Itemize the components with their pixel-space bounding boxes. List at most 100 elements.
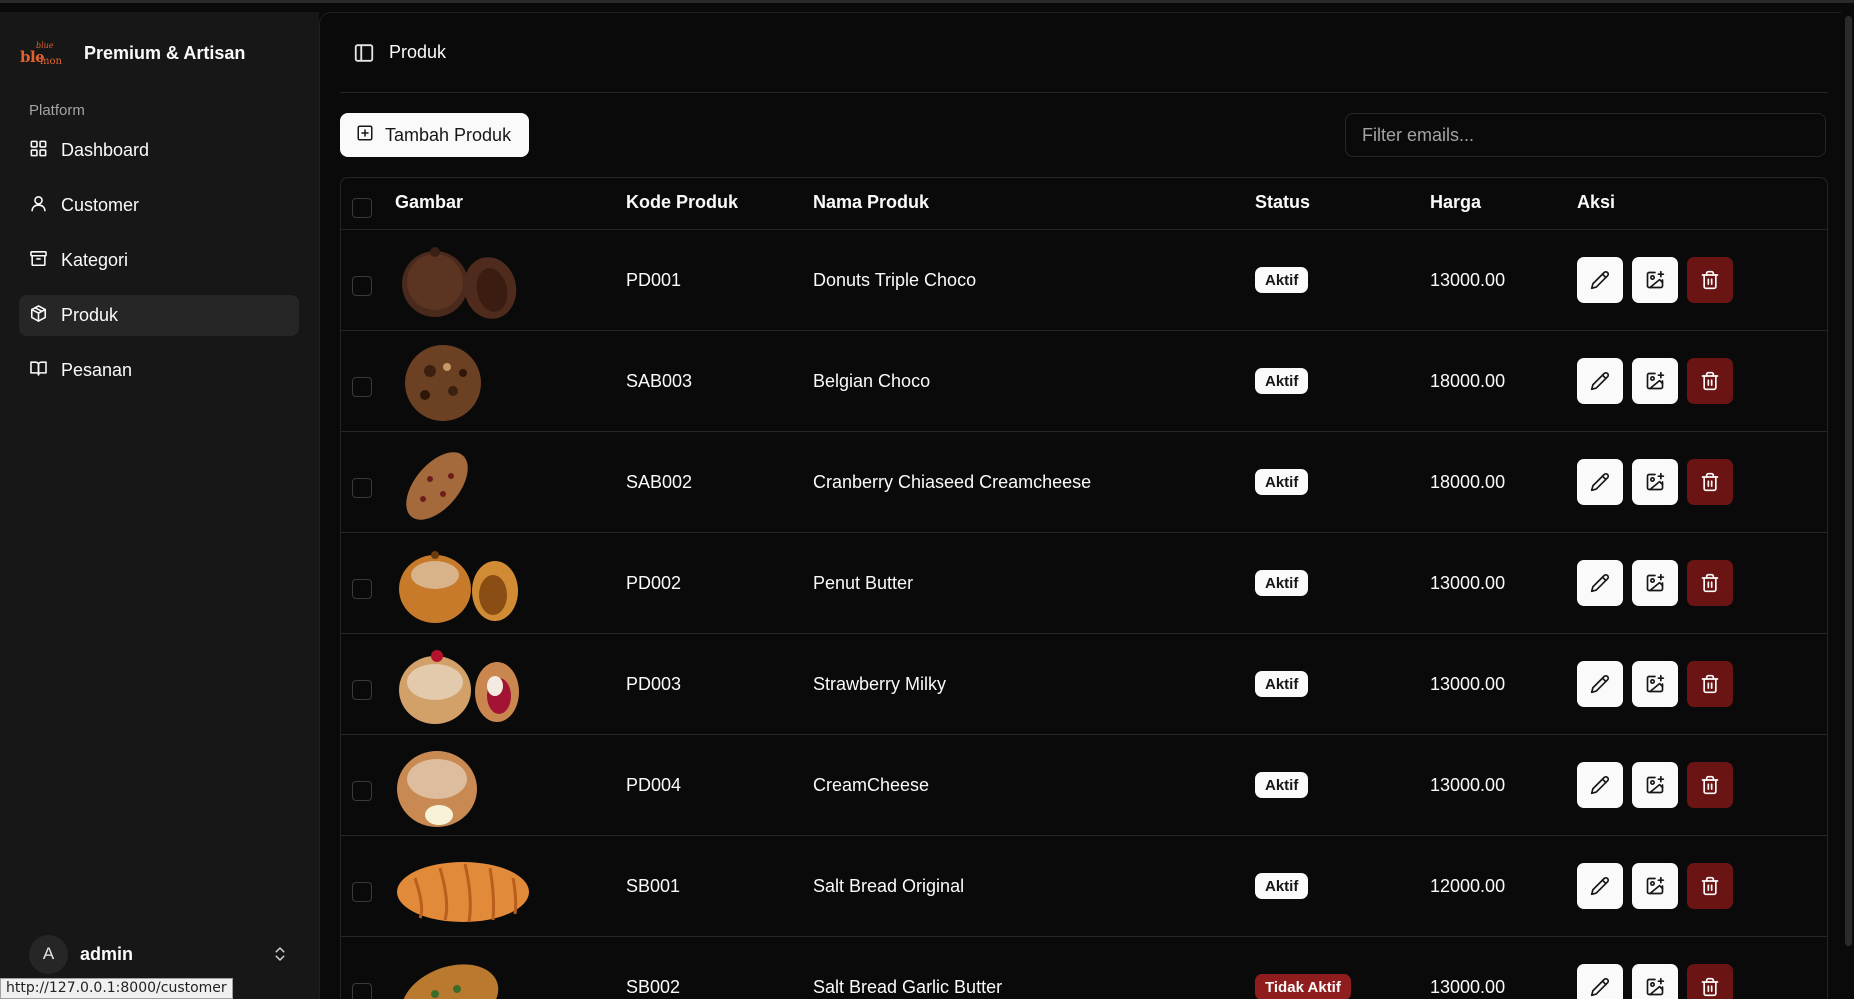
- edit-button[interactable]: [1577, 459, 1623, 505]
- book-open-icon: [29, 359, 48, 383]
- table-row: PD003 Strawberry Milky Aktif 13000.00: [341, 634, 1827, 735]
- plus-square-icon: [356, 124, 374, 147]
- sidebar-item-label: Customer: [61, 195, 140, 215]
- pencil-icon: [1590, 978, 1609, 997]
- trash-icon: [1701, 876, 1719, 896]
- image-plus-icon: [1646, 371, 1665, 390]
- product-name: Salt Bread Garlic Butter: [813, 977, 1003, 997]
- pencil-icon: [1590, 574, 1609, 593]
- delete-button[interactable]: [1687, 358, 1733, 404]
- row-checkbox[interactable]: [352, 983, 372, 999]
- image-plus-icon: [1646, 977, 1665, 996]
- edit-image-button[interactable]: [1632, 863, 1678, 909]
- product-name: Belgian Choco: [813, 371, 931, 391]
- delete-button[interactable]: [1687, 863, 1733, 909]
- panel-left-icon[interactable]: [353, 42, 375, 64]
- status-badge: Aktif: [1255, 469, 1309, 495]
- row-checkbox[interactable]: [352, 377, 372, 397]
- edit-image-button[interactable]: [1632, 459, 1678, 505]
- edit-image-button[interactable]: [1632, 358, 1678, 404]
- delete-button[interactable]: [1687, 661, 1733, 707]
- product-image: [395, 848, 535, 928]
- column-header-harga: Harga: [1430, 192, 1482, 212]
- product-price: 18000.00: [1430, 472, 1506, 492]
- status-badge: Aktif: [1255, 267, 1309, 293]
- edit-button[interactable]: [1577, 863, 1623, 909]
- column-header-gambar: Gambar: [395, 192, 464, 212]
- edit-image-button[interactable]: [1632, 762, 1678, 808]
- status-badge: Aktif: [1255, 368, 1309, 394]
- product-code: SAB002: [626, 472, 693, 492]
- edit-button[interactable]: [1577, 560, 1623, 606]
- sidebar-item-dashboard[interactable]: Dashboard: [19, 130, 299, 171]
- pencil-icon: [1590, 675, 1609, 694]
- delete-button[interactable]: [1687, 459, 1733, 505]
- page-scrollbar[interactable]: [1843, 12, 1854, 999]
- sidebar-item-label: Pesanan: [61, 360, 133, 380]
- table-row: PD001 Donuts Triple Choco Aktif 13000.00: [341, 230, 1827, 331]
- add-product-label: Tambah Produk: [385, 124, 512, 145]
- status-badge: Aktif: [1255, 772, 1309, 798]
- row-checkbox[interactable]: [352, 781, 372, 801]
- row-checkbox[interactable]: [352, 276, 372, 296]
- scrollbar-thumb[interactable]: [1845, 16, 1852, 946]
- delete-button[interactable]: [1687, 964, 1733, 999]
- edit-image-button[interactable]: [1632, 964, 1678, 999]
- product-code: PD004: [626, 775, 682, 795]
- page-header: Produk: [340, 13, 1828, 93]
- sidebar-item-customer[interactable]: Customer: [19, 185, 299, 226]
- sidebar: blue ble mon Premium & Artisan Platform …: [0, 12, 319, 999]
- delete-button[interactable]: [1687, 560, 1733, 606]
- sidebar-item-pesanan[interactable]: Pesanan: [19, 350, 299, 391]
- sidebar-item-produk[interactable]: Produk: [19, 295, 299, 336]
- brand-logo: blue ble mon: [20, 41, 62, 67]
- add-product-button[interactable]: Tambah Produk: [340, 113, 529, 157]
- edit-button[interactable]: [1577, 964, 1623, 999]
- table-header: Gambar Kode Produk Nama Produk Status Ha…: [341, 178, 1827, 230]
- pencil-icon: [1590, 372, 1609, 391]
- table-row: PD004 CreamCheese Aktif 13000.00: [341, 735, 1827, 836]
- filter-input[interactable]: [1345, 113, 1826, 157]
- status-badge: Aktif: [1255, 671, 1309, 697]
- sidebar-item-label: Kategori: [61, 250, 129, 270]
- edit-button[interactable]: [1577, 661, 1623, 707]
- product-code: PD002: [626, 573, 682, 593]
- brand-name: Premium & Artisan: [84, 42, 246, 63]
- user-menu[interactable]: A admin: [29, 934, 289, 974]
- row-checkbox[interactable]: [352, 478, 372, 498]
- product-code: SB001: [626, 876, 681, 896]
- product-image: [395, 545, 535, 625]
- delete-button[interactable]: [1687, 762, 1733, 808]
- edit-image-button[interactable]: [1632, 560, 1678, 606]
- image-plus-icon: [1646, 472, 1665, 491]
- edit-image-button[interactable]: [1632, 257, 1678, 303]
- column-header-status: Status: [1255, 192, 1311, 212]
- window-top-edge: [0, 0, 1854, 12]
- sidebar-nav: Dashboard Customer Kategori Produk Pesan…: [19, 130, 299, 405]
- sidebar-item-kategori[interactable]: Kategori: [19, 240, 299, 281]
- product-price: 13000.00: [1430, 270, 1506, 290]
- row-checkbox[interactable]: [352, 579, 372, 599]
- delete-button[interactable]: [1687, 257, 1733, 303]
- product-name: CreamCheese: [813, 775, 930, 795]
- edit-button[interactable]: [1577, 358, 1623, 404]
- edit-button[interactable]: [1577, 762, 1623, 808]
- select-all-checkbox[interactable]: [352, 198, 372, 218]
- image-plus-icon: [1646, 775, 1665, 794]
- product-name: Cranberry Chiaseed Creamcheese: [813, 472, 1092, 492]
- product-name: Salt Bread Original: [813, 876, 965, 896]
- image-plus-icon: [1646, 270, 1665, 289]
- column-header-nama-produk: Nama Produk: [813, 192, 930, 212]
- brand[interactable]: blue ble mon Premium & Artisan: [20, 40, 246, 67]
- product-code: PD001: [626, 270, 682, 290]
- section-label-platform: Platform: [29, 102, 85, 119]
- row-checkbox[interactable]: [352, 680, 372, 700]
- edit-image-button[interactable]: [1632, 661, 1678, 707]
- product-price: 13000.00: [1430, 977, 1506, 997]
- edit-button[interactable]: [1577, 257, 1623, 303]
- trash-icon: [1701, 674, 1719, 694]
- user-name: admin: [80, 943, 134, 964]
- status-badge: Aktif: [1255, 873, 1309, 899]
- image-plus-icon: [1646, 573, 1665, 592]
- row-checkbox[interactable]: [352, 882, 372, 902]
